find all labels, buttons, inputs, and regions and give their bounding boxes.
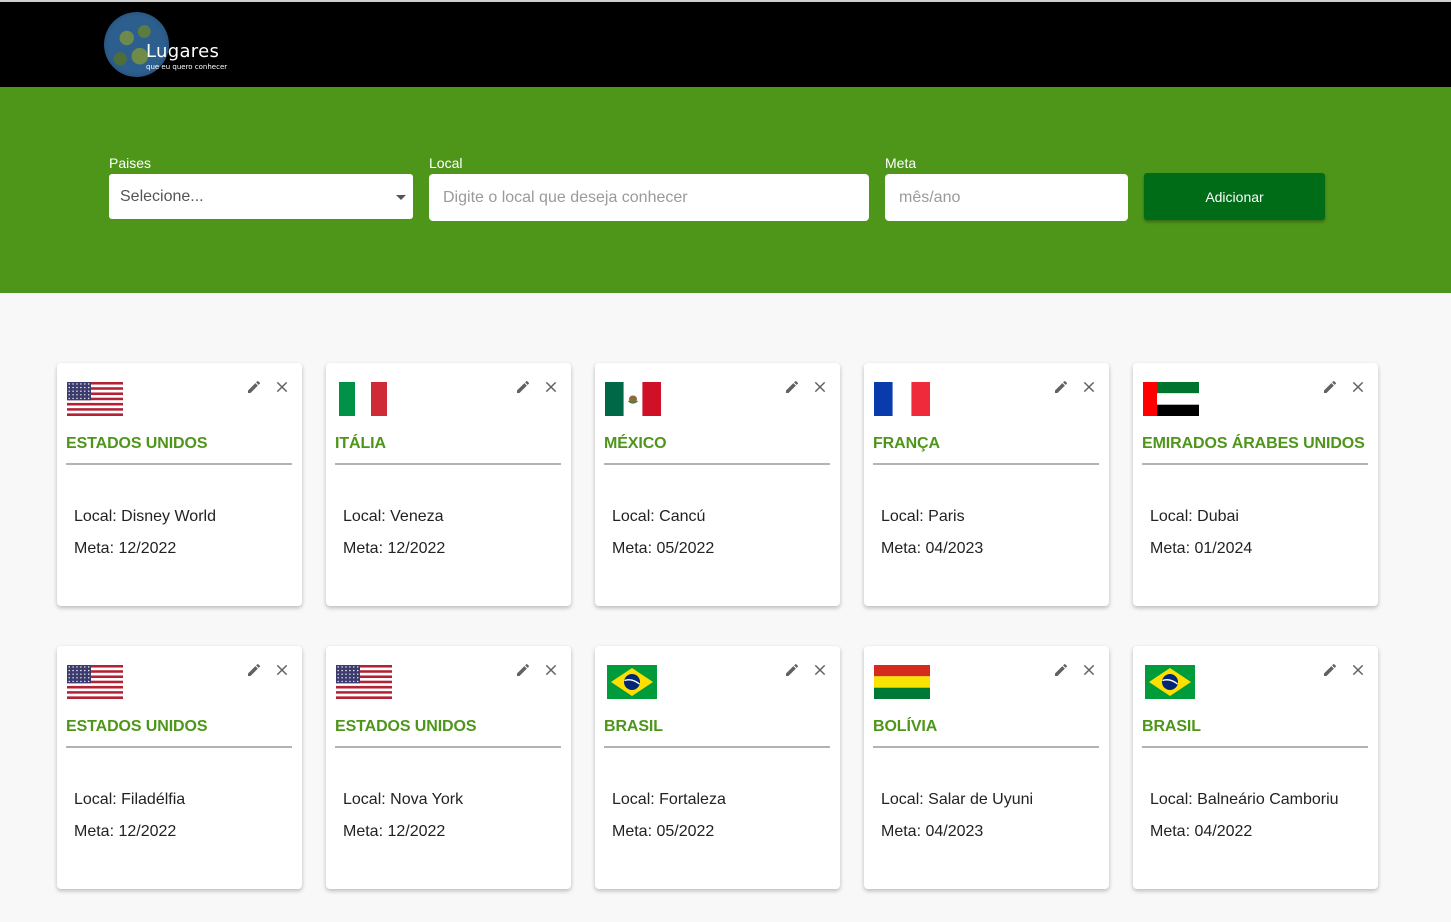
place-local: Local: Dubai <box>1150 508 1239 525</box>
divider <box>1142 746 1368 748</box>
divider <box>335 746 561 748</box>
place-meta: Meta: 04/2023 <box>881 540 984 557</box>
mexico-flag-icon <box>605 382 661 416</box>
meta-label: Meta <box>885 155 917 171</box>
country-name: ESTADOS UNIDOS <box>66 435 208 452</box>
place-local: Local: Salar de Uyuni <box>881 791 1034 808</box>
edit-icon[interactable] <box>246 379 262 395</box>
country-select-value: Selecione... <box>120 188 204 205</box>
brazil-flag-icon <box>605 665 661 699</box>
edit-icon[interactable] <box>1322 662 1338 678</box>
place-card: ESTADOS UNIDOS Local: Nova York Meta: 12/2… <box>326 646 571 889</box>
divider <box>1142 463 1368 465</box>
country-label: Paises <box>109 155 152 171</box>
divider <box>66 463 292 465</box>
chevron-down-icon <box>396 195 406 200</box>
place-meta: Meta: 12/2022 <box>74 540 177 557</box>
place-local: Local: Disney World <box>74 508 216 525</box>
divider <box>873 463 1099 465</box>
edit-icon[interactable] <box>1053 662 1069 678</box>
place-local: Local: Nova York <box>343 791 464 808</box>
place-card: EMIRADOS ÁRABES UNIDOS Local: Dubai Meta: … <box>1133 363 1378 606</box>
close-icon[interactable] <box>274 379 290 395</box>
place-meta: Meta: 04/2023 <box>881 823 984 840</box>
divider <box>66 746 292 748</box>
close-icon[interactable] <box>812 379 828 395</box>
place-local: Local: Paris <box>881 508 965 525</box>
place-meta: Meta: 12/2022 <box>343 823 446 840</box>
divider <box>604 746 830 748</box>
place-meta: Meta: 12/2022 <box>343 540 446 557</box>
country-name: ESTADOS UNIDOS <box>66 718 208 735</box>
close-icon[interactable] <box>1350 379 1366 395</box>
country-name: FRANÇA <box>873 435 940 452</box>
italy-flag-icon <box>336 382 392 416</box>
edit-icon[interactable] <box>246 662 262 678</box>
place-local: Local: Veneza <box>343 508 444 525</box>
close-icon[interactable] <box>274 662 290 678</box>
place-card: BRASIL Local: Fortaleza Meta: 05/2022 <box>595 646 840 889</box>
place-card: ESTADOS UNIDOS Local: Disney World Meta: 1… <box>57 363 302 606</box>
close-icon[interactable] <box>1350 662 1366 678</box>
close-icon[interactable] <box>812 662 828 678</box>
place-local: Local: Balneário Camboriu <box>1150 791 1339 808</box>
country-name: BRASIL <box>1142 718 1201 735</box>
country-name: EMIRADOS ÁRABES UNIDOS <box>1142 435 1365 452</box>
place-meta: Meta: 04/2022 <box>1150 823 1253 840</box>
place-meta: Meta: 12/2022 <box>74 823 177 840</box>
place-card: ITÁLIA Local: Veneza Meta: 12/2022 <box>326 363 571 606</box>
place-local: Local: Filadélfia <box>74 791 186 808</box>
place-card: MÉXICO Local: Cancú Meta: 05/2022 <box>595 363 840 606</box>
place-local: Local: Cancú <box>612 508 706 525</box>
divider <box>873 746 1099 748</box>
place-card: BOLÍVIA Local: Salar de Uyuni Meta: 04/202… <box>864 646 1109 889</box>
add-place-form: Paises Selecione... Local Meta Adicionar <box>0 87 1451 293</box>
place-card: FRANÇA Local: Paris Meta: 04/2023 <box>864 363 1109 606</box>
country-name: BRASIL <box>604 718 663 735</box>
close-icon[interactable] <box>543 379 559 395</box>
country-select[interactable]: Selecione... <box>109 174 413 219</box>
place-meta: Meta: 05/2022 <box>612 823 715 840</box>
local-label: Local <box>429 155 463 171</box>
us-flag-icon <box>67 382 123 417</box>
divider <box>335 463 561 465</box>
country-name: ESTADOS UNIDOS <box>335 718 477 735</box>
place-local: Local: Fortaleza <box>612 791 726 808</box>
edit-icon[interactable] <box>515 662 531 678</box>
app-logo[interactable]: Lugares que eu quero conhecer <box>104 12 234 78</box>
meta-input[interactable] <box>885 174 1128 221</box>
us-flag-icon <box>67 665 123 700</box>
place-card: BRASIL Local: Balneário Camboriu Meta: 04/… <box>1133 646 1378 889</box>
edit-icon[interactable] <box>1053 379 1069 395</box>
place-meta: Meta: 01/2024 <box>1150 540 1253 557</box>
close-icon[interactable] <box>1081 379 1097 395</box>
edit-icon[interactable] <box>784 662 800 678</box>
top-bar: Lugares que eu quero conhecer <box>0 0 1451 87</box>
country-name: ITÁLIA <box>335 435 386 452</box>
edit-icon[interactable] <box>515 379 531 395</box>
country-name: BOLÍVIA <box>873 718 938 735</box>
country-name: MÉXICO <box>604 435 667 452</box>
logo-subtitle: que eu quero conhecer <box>146 63 228 71</box>
uae-flag-icon <box>1143 382 1199 416</box>
close-icon[interactable] <box>1081 662 1097 678</box>
france-flag-icon <box>874 382 930 416</box>
divider <box>604 463 830 465</box>
add-button[interactable]: Adicionar <box>1144 173 1325 220</box>
edit-icon[interactable] <box>1322 379 1338 395</box>
place-card: ESTADOS UNIDOS Local: Filadélfia Meta: 12/… <box>57 646 302 889</box>
logo-title: Lugares <box>146 41 220 62</box>
bolivia-flag-icon <box>874 665 930 699</box>
us-flag-icon <box>336 665 392 700</box>
edit-icon[interactable] <box>784 379 800 395</box>
brazil-flag-icon <box>1143 665 1199 699</box>
local-input[interactable] <box>429 174 869 221</box>
close-icon[interactable] <box>543 662 559 678</box>
place-meta: Meta: 05/2022 <box>612 540 715 557</box>
